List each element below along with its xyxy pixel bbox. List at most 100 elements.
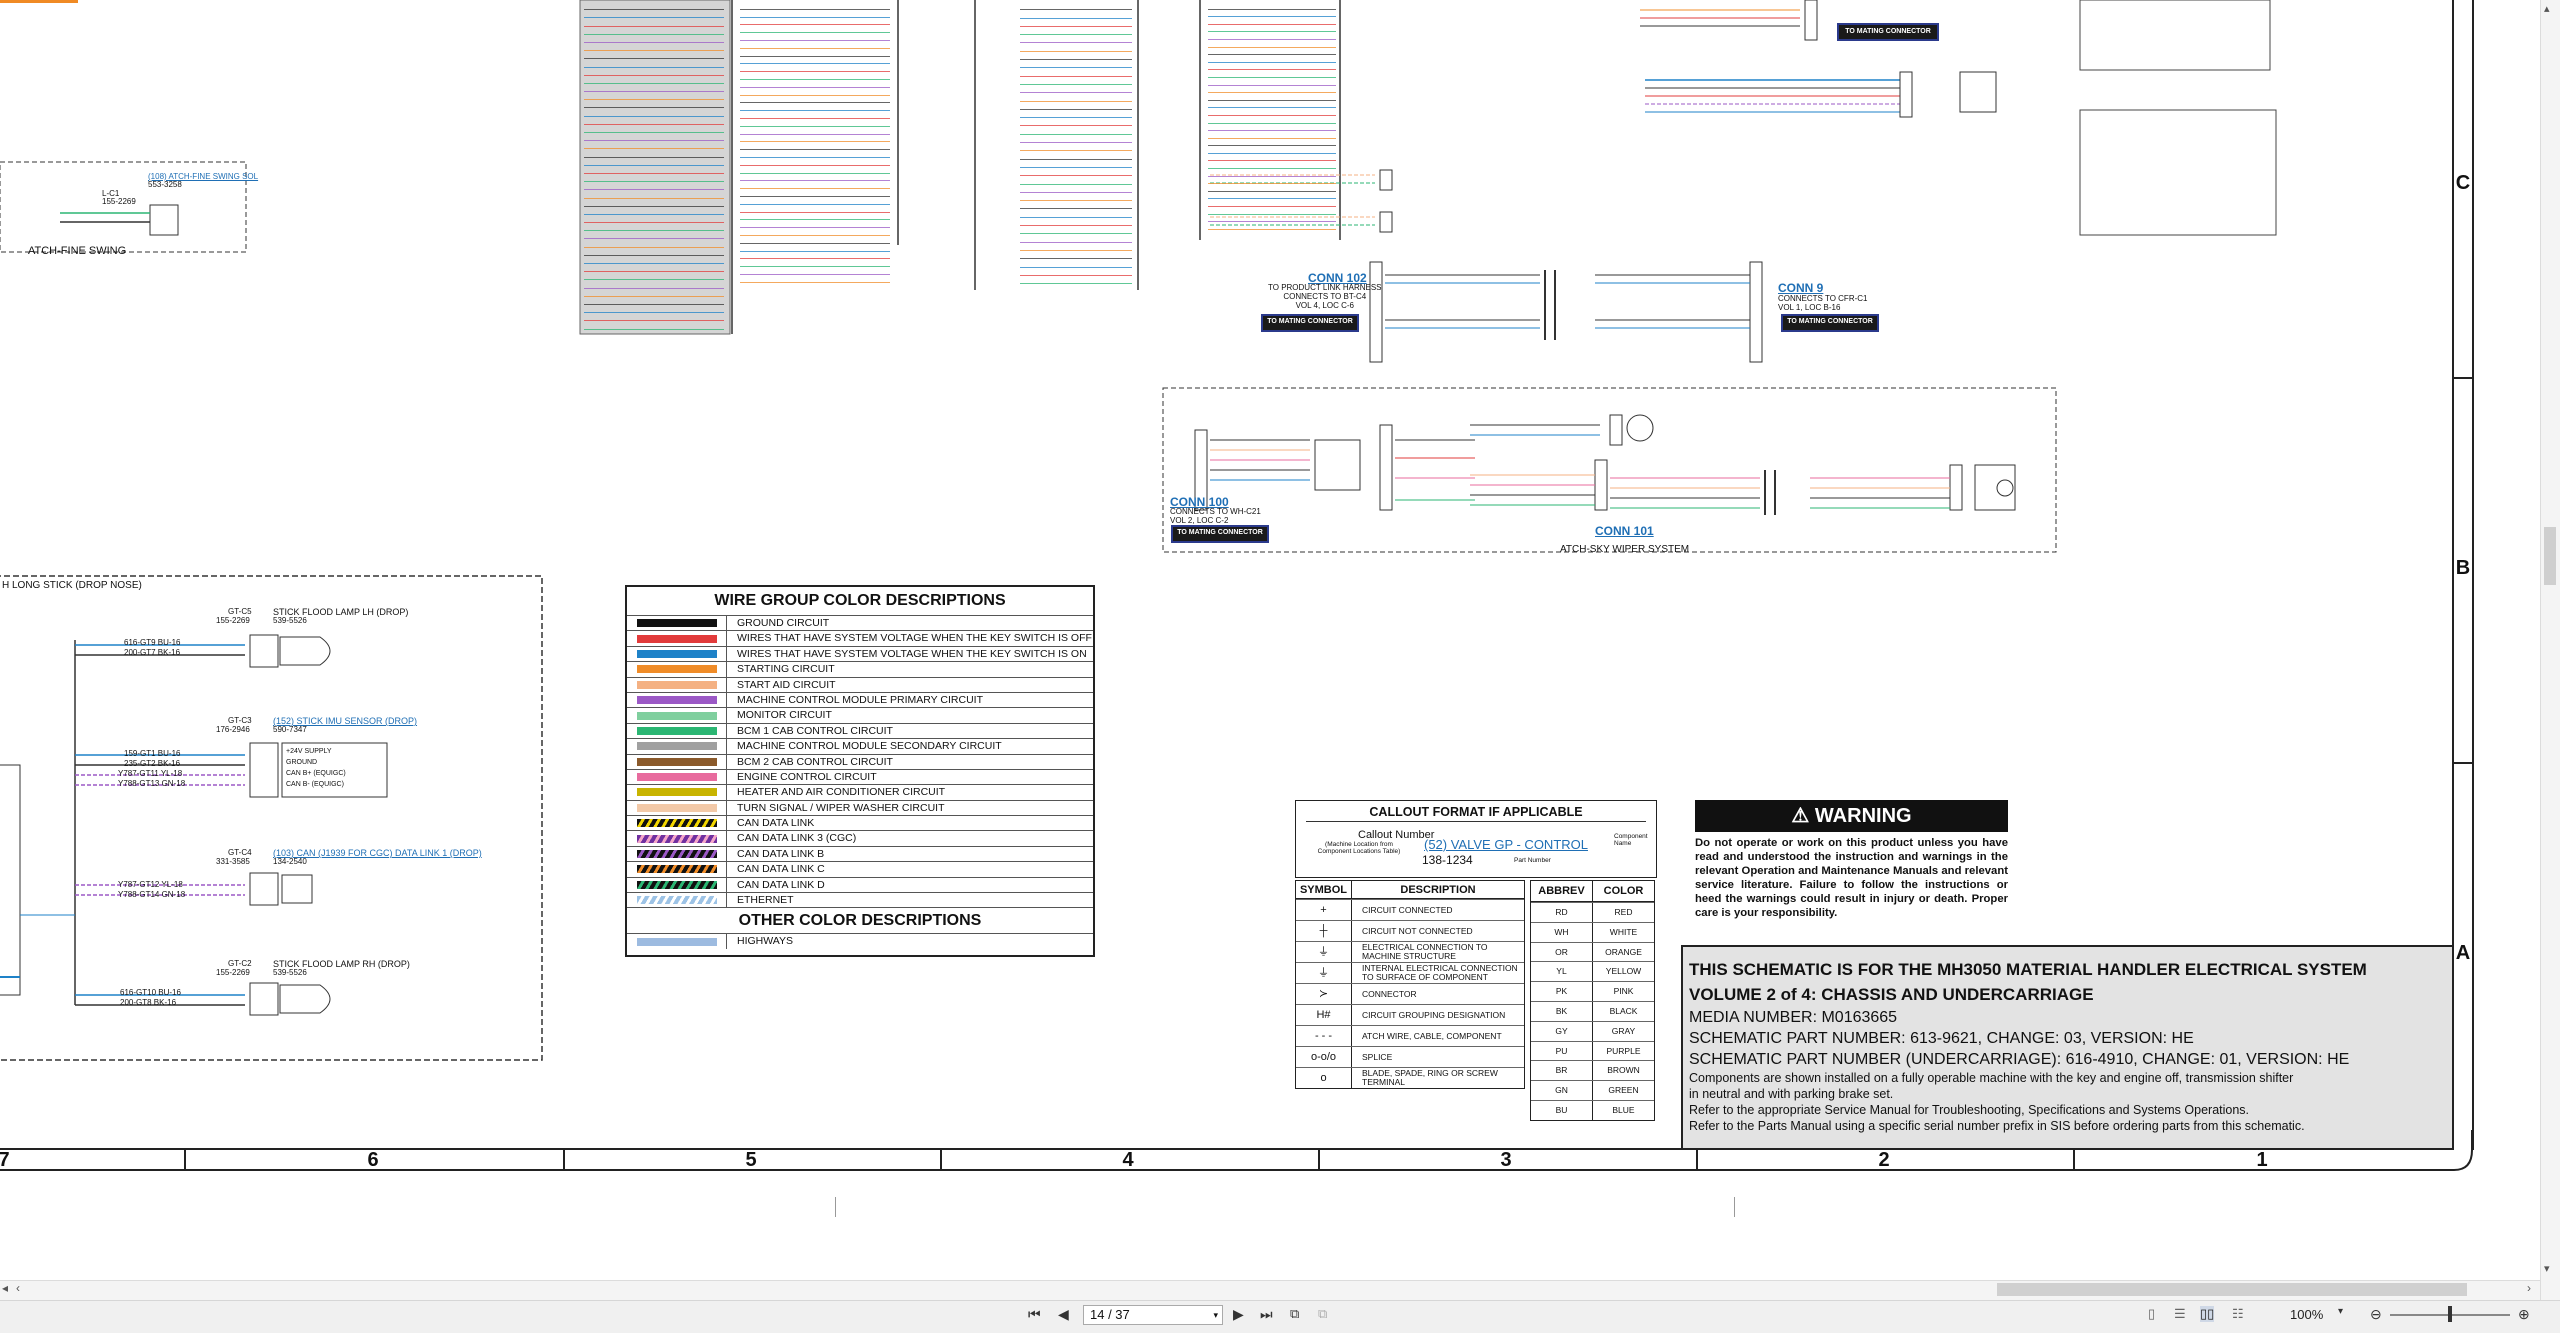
legend-label: HEATER AND AIR CONDITIONER CIRCUIT bbox=[737, 786, 946, 799]
zone-divider-b bbox=[2452, 762, 2474, 764]
single-page-view-icon[interactable]: ▯ bbox=[2148, 1306, 2155, 1322]
wire-stub bbox=[584, 215, 724, 224]
wire-stub bbox=[1208, 17, 1336, 25]
conn9-label[interactable]: CONN 9 bbox=[1778, 281, 1823, 295]
wire-stub bbox=[740, 174, 890, 182]
wire-stub bbox=[740, 49, 890, 57]
legend-swatch bbox=[636, 803, 717, 812]
wire-stub bbox=[1020, 60, 1132, 69]
legend-swatch bbox=[636, 937, 717, 946]
wire-stub bbox=[1020, 268, 1132, 276]
wire-stub bbox=[1208, 177, 1336, 185]
color-header: COLOR bbox=[1603, 885, 1644, 897]
abbrev-code: GY bbox=[1531, 1021, 1593, 1041]
page-gap-mark-left bbox=[835, 1197, 836, 1217]
wire-stub bbox=[1020, 226, 1132, 235]
zoom-dropdown-icon[interactable]: ▾ bbox=[2338, 1306, 2343, 1317]
wire-stub bbox=[740, 275, 890, 283]
scroll-right-icon[interactable]: › bbox=[2527, 1281, 2531, 1295]
frame-zone-border bbox=[2472, 0, 2474, 1150]
go-forward-view-icon[interactable]: ⧉ bbox=[1318, 1306, 1327, 1322]
conn101-label[interactable]: CONN 101 bbox=[1595, 524, 1654, 538]
legend-label: HIGHWAYS bbox=[737, 935, 794, 948]
legend-swatch bbox=[636, 742, 717, 751]
vertical-scroll-thumb[interactable] bbox=[2544, 527, 2556, 585]
legend-swatch bbox=[636, 880, 717, 889]
legend-label: ENGINE CONTROL CIRCUIT bbox=[737, 770, 877, 783]
prev-page-icon[interactable]: ◀ bbox=[1058, 1306, 1069, 1323]
scroll-left-arrow-icon[interactable]: ‹ bbox=[16, 1281, 20, 1295]
wire-stub bbox=[1020, 118, 1132, 127]
abbrev-row: RD RED bbox=[1531, 902, 1654, 922]
wire-235-gt2: 235-GT2 BK-16 bbox=[124, 759, 181, 768]
next-page-icon[interactable]: ▶ bbox=[1233, 1306, 1244, 1323]
legend-row: TURN SIGNAL / WIPER WASHER CIRCUIT bbox=[627, 799, 1093, 816]
wire-stub bbox=[584, 166, 724, 174]
two-page-continuous-icon[interactable]: ☷ bbox=[2232, 1306, 2244, 1322]
wire-stub bbox=[1208, 169, 1336, 177]
abbrev-code: YL bbox=[1531, 962, 1593, 982]
wire-stub bbox=[1020, 143, 1132, 152]
abbrev-code: BK bbox=[1531, 1001, 1593, 1021]
wire-stub bbox=[1020, 201, 1132, 210]
warning-header: ⚠ WARNING bbox=[1695, 800, 2008, 832]
abbrev-color: GRAY bbox=[1611, 1025, 1636, 1036]
legend-swatch bbox=[636, 649, 717, 658]
wire-stub bbox=[1208, 192, 1336, 200]
abbrev-code: WH bbox=[1531, 922, 1593, 942]
legend-row: CAN DATA LINK B bbox=[627, 845, 1093, 862]
wire-stub bbox=[1020, 35, 1132, 44]
zoom-in-icon[interactable]: ⊕ bbox=[2518, 1306, 2530, 1323]
wire-stub bbox=[584, 272, 724, 281]
zoom-level: 100% bbox=[2290, 1307, 2324, 1322]
go-back-view-icon[interactable]: ⧉ bbox=[1290, 1306, 1299, 1322]
callout-component-name-label: Component Name bbox=[1614, 833, 1648, 847]
vertical-scrollbar[interactable] bbox=[2540, 0, 2560, 1300]
callout-component-link[interactable]: (52) VALVE GP - CONTROL bbox=[1424, 837, 1588, 852]
wire-stub bbox=[584, 174, 724, 183]
scroll-left-icon[interactable]: ◂ bbox=[2, 1281, 8, 1295]
symbol-row: + CIRCUIT CONNECTED bbox=[1296, 899, 1524, 920]
symbol-row: ≻ CONNECTOR bbox=[1296, 983, 1524, 1004]
wire-stub bbox=[1020, 2, 1132, 11]
wire-stub bbox=[1208, 161, 1336, 170]
legend-row: BCM 1 CAB CONTROL CIRCUIT bbox=[627, 722, 1093, 739]
symbol-table: SYMBOL DESCRIPTION + CIRCUIT CONNECTED ┼ CIR… bbox=[1295, 880, 1525, 1089]
wire-y787-gt12: Y787-GT12 YL-18 bbox=[118, 880, 183, 889]
wire-stub bbox=[1208, 93, 1336, 101]
legend-swatch bbox=[636, 819, 717, 828]
long-stick-title: H LONG STICK (DROP NOSE) bbox=[2, 580, 142, 591]
two-page-view-icon[interactable]: ▯▯ bbox=[2200, 1306, 2215, 1322]
zoom-out-icon[interactable]: ⊖ bbox=[2370, 1306, 2382, 1323]
wire-stub bbox=[1020, 151, 1132, 160]
wire-stub bbox=[740, 135, 890, 143]
legend-label: BCM 2 CAB CONTROL CIRCUIT bbox=[737, 755, 893, 768]
page-number-field[interactable]: 14 / 37 ▾ bbox=[1083, 1305, 1223, 1325]
first-page-icon[interactable]: ⏮ bbox=[1028, 1306, 1041, 1323]
wire-y787-gt11: Y787-GT11 YL-18 bbox=[118, 769, 183, 778]
wire-stub bbox=[1020, 77, 1132, 85]
horizontal-scroll-thumb[interactable] bbox=[1997, 1283, 2467, 1296]
wire-stub bbox=[740, 41, 890, 49]
wire-stub bbox=[1208, 55, 1336, 63]
wire-stub bbox=[584, 68, 724, 76]
legend-swatch bbox=[636, 680, 717, 689]
wire-stub bbox=[740, 18, 890, 26]
scroll-down-icon[interactable]: ▾ bbox=[2544, 1262, 2550, 1275]
legend-swatch-cell bbox=[627, 846, 727, 862]
other-colors-title: OTHER COLOR DESCRIPTIONS bbox=[627, 907, 1093, 933]
zoom-slider-handle[interactable] bbox=[2448, 1306, 2452, 1322]
wire-stub bbox=[584, 84, 724, 93]
legend-swatch-cell bbox=[627, 769, 727, 785]
wire-stub bbox=[584, 248, 724, 256]
page-dropdown-icon[interactable]: ▾ bbox=[1213, 1306, 1218, 1324]
abbrev-row: PU PURPLE bbox=[1531, 1040, 1654, 1061]
wire-stub bbox=[740, 150, 890, 158]
mating-connector-btn-3: TO MATING CONNECTOR bbox=[1787, 318, 1873, 325]
legend-label: WIRES THAT HAVE SYSTEM VOLTAGE WHEN THE … bbox=[737, 647, 1087, 660]
media-number: MEDIA NUMBER: M0163665 bbox=[1689, 1009, 1898, 1026]
last-page-icon[interactable]: ⏭ bbox=[1260, 1306, 1273, 1323]
wire-stub bbox=[1208, 207, 1336, 215]
continuous-view-icon[interactable]: ☰ bbox=[2174, 1306, 2186, 1322]
scroll-up-icon[interactable]: ▴ bbox=[2544, 2, 2550, 15]
